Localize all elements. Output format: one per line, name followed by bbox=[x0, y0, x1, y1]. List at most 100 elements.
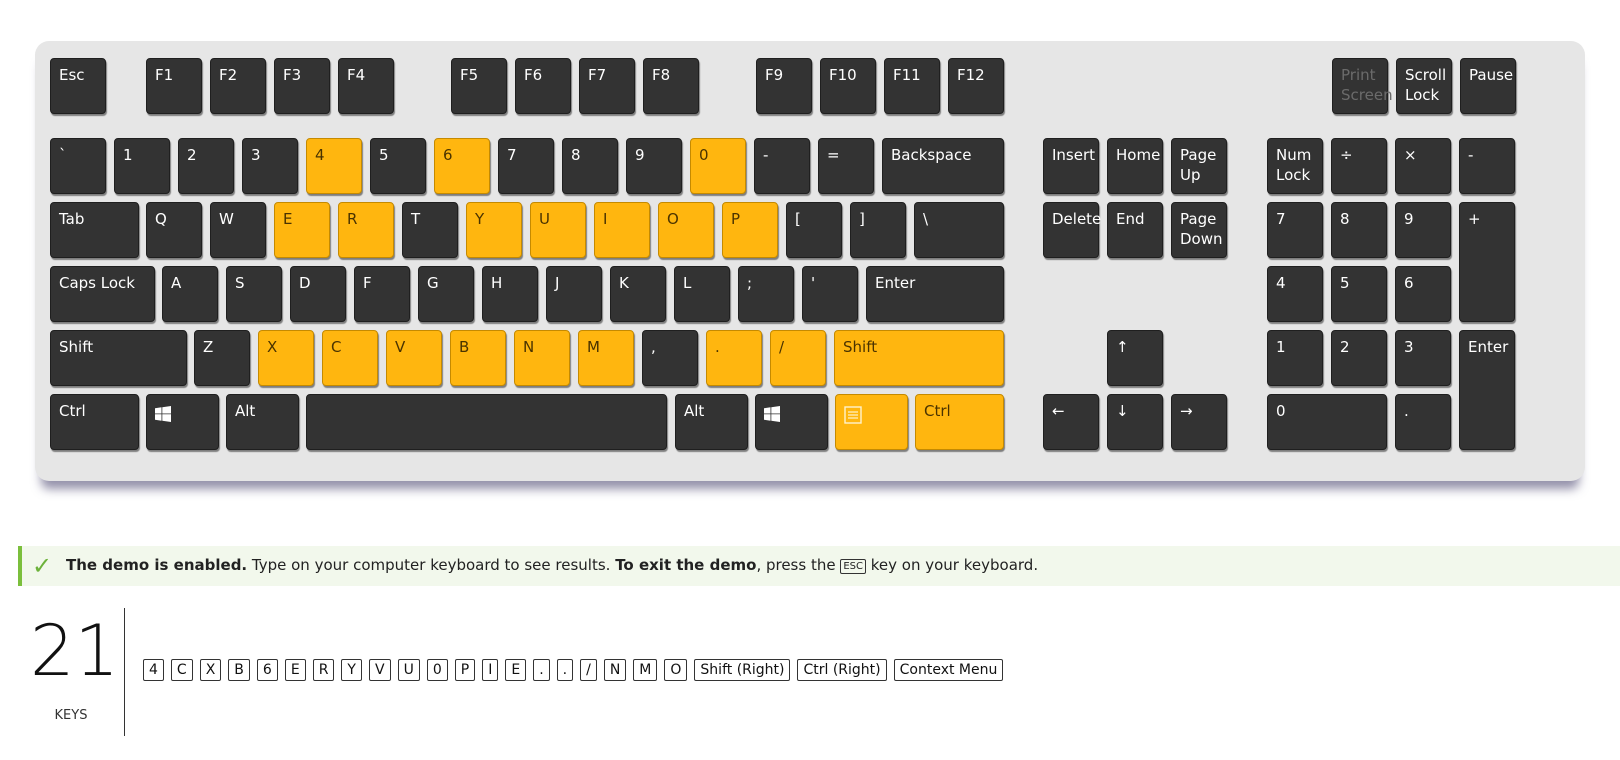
key-page-down[interactable]: Page Down bbox=[1171, 202, 1227, 258]
key-s[interactable]: S bbox=[226, 266, 282, 322]
key-4[interactable]: 4 bbox=[306, 138, 362, 194]
key-num-decimal[interactable]: . bbox=[1395, 394, 1451, 450]
key-f4[interactable]: F4 bbox=[338, 58, 394, 114]
key-ctrl-right[interactable]: Ctrl bbox=[915, 394, 1004, 450]
key-backspace[interactable]: Backspace bbox=[882, 138, 1004, 194]
key-3[interactable]: 3 bbox=[242, 138, 298, 194]
key-p[interactable]: P bbox=[722, 202, 778, 258]
key-num-5[interactable]: 5 bbox=[1331, 266, 1387, 322]
key-slash[interactable]: / bbox=[770, 330, 826, 386]
key-h[interactable]: H bbox=[482, 266, 538, 322]
key-6[interactable]: 6 bbox=[434, 138, 490, 194]
key-b[interactable]: B bbox=[450, 330, 506, 386]
key-r[interactable]: R bbox=[338, 202, 394, 258]
key-q[interactable]: Q bbox=[146, 202, 202, 258]
key-num-minus[interactable]: - bbox=[1459, 138, 1515, 194]
key-num-7[interactable]: 7 bbox=[1267, 202, 1323, 258]
key-equals[interactable]: = bbox=[818, 138, 874, 194]
key-arrow-up[interactable]: ↑ bbox=[1107, 330, 1163, 386]
key-f9[interactable]: F9 bbox=[756, 58, 812, 114]
key-num-enter[interactable]: Enter bbox=[1459, 330, 1515, 450]
key-insert[interactable]: Insert bbox=[1043, 138, 1099, 194]
key-enter[interactable]: Enter bbox=[866, 266, 1004, 322]
key-f2[interactable]: F2 bbox=[210, 58, 266, 114]
key-l[interactable]: L bbox=[674, 266, 730, 322]
key-u[interactable]: U bbox=[530, 202, 586, 258]
key-n[interactable]: N bbox=[514, 330, 570, 386]
key-7[interactable]: 7 bbox=[498, 138, 554, 194]
key-comma[interactable]: , bbox=[642, 330, 698, 386]
key-f8[interactable]: F8 bbox=[643, 58, 699, 114]
key-alt-left[interactable]: Alt bbox=[226, 394, 299, 450]
key-num-1[interactable]: 1 bbox=[1267, 330, 1323, 386]
key-e[interactable]: E bbox=[274, 202, 330, 258]
key-f11[interactable]: F11 bbox=[884, 58, 940, 114]
key-delete[interactable]: Delete bbox=[1043, 202, 1101, 258]
key-home[interactable]: Home bbox=[1107, 138, 1163, 194]
key-rbracket[interactable]: ] bbox=[850, 202, 906, 258]
key-v[interactable]: V bbox=[386, 330, 442, 386]
key-t[interactable]: T bbox=[402, 202, 458, 258]
key-shift-right[interactable]: Shift bbox=[834, 330, 1004, 386]
key-5[interactable]: 5 bbox=[370, 138, 426, 194]
key-num-divide[interactable]: ÷ bbox=[1331, 138, 1387, 194]
key-g[interactable]: G bbox=[418, 266, 474, 322]
key-end[interactable]: End bbox=[1107, 202, 1163, 258]
key-num-lock[interactable]: Num Lock bbox=[1267, 138, 1323, 194]
key-f7[interactable]: F7 bbox=[579, 58, 635, 114]
key-k[interactable]: K bbox=[610, 266, 666, 322]
key-pause[interactable]: Pause bbox=[1460, 58, 1516, 114]
key-m[interactable]: M bbox=[578, 330, 634, 386]
key-num-plus[interactable]: + bbox=[1459, 202, 1515, 322]
key-f6[interactable]: F6 bbox=[515, 58, 571, 114]
key-1[interactable]: 1 bbox=[114, 138, 170, 194]
key-x[interactable]: X bbox=[258, 330, 314, 386]
key-i[interactable]: I bbox=[594, 202, 650, 258]
key-lbracket[interactable]: [ bbox=[786, 202, 842, 258]
key-f12[interactable]: F12 bbox=[948, 58, 1004, 114]
key-9[interactable]: 9 bbox=[626, 138, 682, 194]
key-period[interactable]: . bbox=[706, 330, 762, 386]
key-backtick[interactable]: ` bbox=[50, 138, 106, 194]
key-backslash[interactable]: \ bbox=[914, 202, 1004, 258]
key-space[interactable] bbox=[306, 394, 667, 450]
key-shift-left[interactable]: Shift bbox=[50, 330, 187, 386]
key-num-0[interactable]: 0 bbox=[1267, 394, 1387, 450]
key-8[interactable]: 8 bbox=[562, 138, 618, 194]
key-num-9[interactable]: 9 bbox=[1395, 202, 1451, 258]
key-num-multiply[interactable]: × bbox=[1395, 138, 1451, 194]
key-win-right[interactable] bbox=[755, 394, 828, 450]
key-caps-lock[interactable]: Caps Lock bbox=[50, 266, 155, 322]
key-y[interactable]: Y bbox=[466, 202, 522, 258]
key-f1[interactable]: F1 bbox=[146, 58, 202, 114]
key-alt-right[interactable]: Alt bbox=[675, 394, 748, 450]
key-f[interactable]: F bbox=[354, 266, 410, 322]
key-quote[interactable]: ' bbox=[802, 266, 858, 322]
key-arrow-down[interactable]: ↓ bbox=[1107, 394, 1163, 450]
key-num-2[interactable]: 2 bbox=[1331, 330, 1387, 386]
key-0[interactable]: 0 bbox=[690, 138, 746, 194]
key-f5[interactable]: F5 bbox=[451, 58, 507, 114]
key-z[interactable]: Z bbox=[194, 330, 250, 386]
key-semicolon[interactable]: ; bbox=[738, 266, 794, 322]
key-w[interactable]: W bbox=[210, 202, 266, 258]
key-page-up[interactable]: Page Up bbox=[1171, 138, 1227, 194]
key-arrow-right[interactable]: → bbox=[1171, 394, 1227, 450]
key-a[interactable]: A bbox=[162, 266, 218, 322]
key-num-4[interactable]: 4 bbox=[1267, 266, 1323, 322]
key-print-screen[interactable]: Print Screen bbox=[1332, 58, 1393, 114]
key-num-8[interactable]: 8 bbox=[1331, 202, 1387, 258]
key-o[interactable]: O bbox=[658, 202, 714, 258]
key-context-menu[interactable] bbox=[835, 394, 908, 450]
key-scroll-lock[interactable]: Scroll Lock bbox=[1396, 58, 1452, 114]
key-d[interactable]: D bbox=[290, 266, 346, 322]
key-num-3[interactable]: 3 bbox=[1395, 330, 1451, 386]
key-2[interactable]: 2 bbox=[178, 138, 234, 194]
key-tab[interactable]: Tab bbox=[50, 202, 139, 258]
key-win-left[interactable] bbox=[146, 394, 219, 450]
key-ctrl-left[interactable]: Ctrl bbox=[50, 394, 139, 450]
key-num-6[interactable]: 6 bbox=[1395, 266, 1451, 322]
key-minus[interactable]: - bbox=[754, 138, 810, 194]
key-esc[interactable]: Esc bbox=[50, 58, 106, 114]
key-f10[interactable]: F10 bbox=[820, 58, 876, 114]
